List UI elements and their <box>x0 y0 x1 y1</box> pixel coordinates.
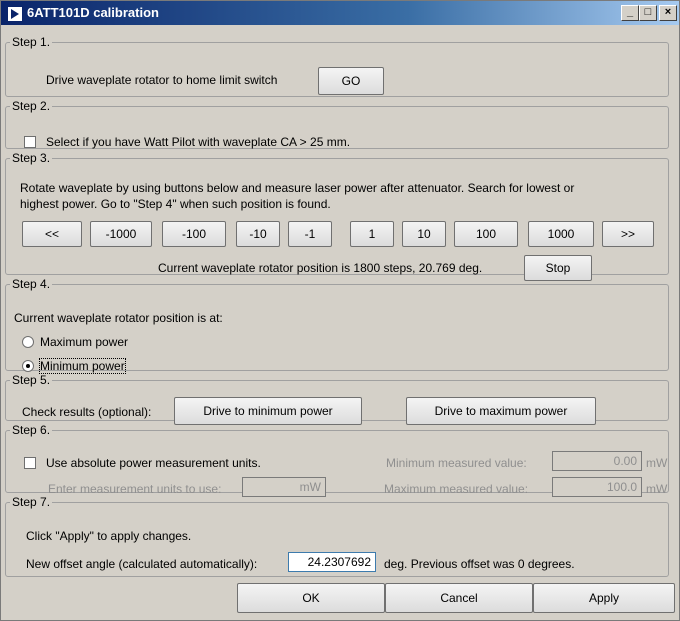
go-button[interactable]: GO <box>318 67 384 95</box>
rotate-minus-1000-button[interactable]: -1000 <box>90 221 152 247</box>
step2-legend: Step 2. <box>12 99 51 113</box>
step3-instructions-line2: highest power. Go to "Step 4" when such … <box>20 197 331 211</box>
max-value-label: Maximum measured value: <box>384 482 529 496</box>
maximize-button[interactable]: □ <box>639 5 657 21</box>
maximum-power-radio[interactable] <box>22 336 34 348</box>
units-input[interactable]: mW <box>242 477 326 497</box>
step1-text: Drive waveplate rotator to home limit sw… <box>46 73 278 87</box>
offset-angle-input[interactable]: 24.2307692 <box>288 552 376 572</box>
watt-pilot-label: Select if you have Watt Pilot with wavep… <box>46 135 351 149</box>
step2-group: Step 2. Select if you have Watt Pilot wi… <box>5 99 669 149</box>
app-icon <box>7 6 23 22</box>
min-value-label: Minimum measured value: <box>386 456 527 470</box>
min-value-input[interactable]: 0.00 <box>552 451 642 471</box>
step5-legend: Step 5. <box>12 373 51 387</box>
absolute-units-label: Use absolute power measurement units. <box>46 456 261 470</box>
step6-legend: Step 6. <box>12 423 51 437</box>
rotate-plus-100-button[interactable]: 100 <box>454 221 518 247</box>
rotate-minus-1-button[interactable]: -1 <box>288 221 332 247</box>
step1-legend: Step 1. <box>12 35 51 49</box>
step6-group: Step 6. Use absolute power measurement u… <box>5 423 669 497</box>
max-value-unit: mW <box>646 482 668 496</box>
maximum-power-label: Maximum power <box>40 335 129 349</box>
calibration-window: 6ATT101D calibration _ □ × Step 1. Drive… <box>0 0 680 621</box>
absolute-units-checkbox[interactable] <box>24 457 36 469</box>
ok-button[interactable]: OK <box>237 583 385 613</box>
previous-offset-text: deg. Previous offset was 0 degrees. <box>384 557 575 571</box>
cancel-button[interactable]: Cancel <box>385 583 533 613</box>
check-results-label: Check results (optional): <box>22 405 152 419</box>
window-title: 6ATT101D calibration <box>27 5 159 20</box>
step7-legend: Step 7. <box>12 495 51 509</box>
drive-to-minimum-button[interactable]: Drive to minimum power <box>174 397 362 425</box>
close-button[interactable]: × <box>659 5 677 21</box>
step4-prompt: Current waveplate rotator position is at… <box>14 311 223 325</box>
watt-pilot-checkbox[interactable] <box>24 136 36 148</box>
step3-legend: Step 3. <box>12 151 51 165</box>
apply-hint: Click "Apply" to apply changes. <box>26 529 192 543</box>
step4-group: Step 4. Current waveplate rotator positi… <box>5 277 669 374</box>
step3-group: Step 3. Rotate waveplate by using button… <box>5 151 669 281</box>
step7-group: Step 7. Click "Apply" to apply changes. … <box>5 495 669 577</box>
rotate-minus-100-button[interactable]: -100 <box>162 221 226 247</box>
step5-group: Step 5. Check results (optional): Drive … <box>5 373 669 425</box>
offset-angle-label: New offset angle (calculated automatical… <box>26 557 258 571</box>
step3-instructions-line1: Rotate waveplate by using buttons below … <box>20 181 575 195</box>
drive-to-maximum-button[interactable]: Drive to maximum power <box>406 397 596 425</box>
title-bar[interactable]: 6ATT101D calibration _ □ × <box>1 1 679 25</box>
units-label: Enter measurement units to use: <box>48 482 222 496</box>
rotate-fast-back-button[interactable]: << <box>22 221 82 247</box>
rotate-plus-1000-button[interactable]: 1000 <box>528 221 594 247</box>
apply-button[interactable]: Apply <box>533 583 675 613</box>
step1-group: Step 1. Drive waveplate rotator to home … <box>5 35 669 97</box>
minimum-power-radio[interactable] <box>22 360 34 372</box>
rotator-position-text: Current waveplate rotator position is 18… <box>158 261 483 275</box>
max-value-input[interactable]: 100.0 <box>552 477 642 497</box>
rotate-minus-10-button[interactable]: -10 <box>236 221 280 247</box>
min-value-unit: mW <box>646 456 668 470</box>
minimum-power-label: Minimum power <box>39 358 126 374</box>
minimize-button[interactable]: _ <box>621 5 639 21</box>
rotate-plus-1-button[interactable]: 1 <box>350 221 394 247</box>
step4-legend: Step 4. <box>12 277 51 291</box>
rotate-plus-10-button[interactable]: 10 <box>402 221 446 247</box>
rotate-fast-forward-button[interactable]: >> <box>602 221 654 247</box>
